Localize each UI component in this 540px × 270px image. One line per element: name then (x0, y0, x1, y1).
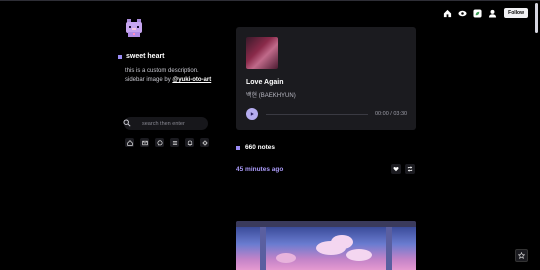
heart-icon (393, 166, 399, 172)
blog-description: this is a custom description. sidebar im… (125, 67, 215, 85)
image-pillar (386, 227, 392, 270)
image-cloud (346, 249, 372, 261)
play-button[interactable] (246, 108, 258, 120)
bell-icon[interactable] (185, 138, 194, 147)
top-nav: Follow (442, 8, 528, 18)
home-icon[interactable] (442, 8, 452, 18)
user-icon[interactable] (487, 8, 497, 18)
notes-marker (236, 145, 240, 150)
blog-title-text: sweet heart (126, 53, 165, 60)
chat-icon[interactable] (155, 138, 164, 147)
search-bar (123, 117, 208, 130)
search-input[interactable] (140, 119, 204, 128)
image-pillar (260, 227, 266, 270)
search-icon (123, 119, 131, 127)
eye-icon[interactable] (457, 8, 467, 18)
notes-count[interactable]: 660 notes (236, 144, 275, 151)
gear-icon[interactable] (200, 138, 209, 147)
album-art (246, 37, 278, 69)
track-time: 00:00 / 03:30 (375, 111, 408, 117)
play-icon (250, 112, 254, 116)
menu-icon[interactable] (170, 138, 179, 147)
scrollbar-thumb[interactable] (535, 3, 538, 33)
leaf-icon[interactable] (472, 8, 482, 18)
notes-label: 660 notes (245, 144, 275, 151)
audio-player: Love Again 백현 (BAEKHYUN) 00:00 / 03:30 (236, 27, 416, 130)
reblog-button[interactable] (405, 164, 415, 174)
avatar (126, 19, 142, 37)
track-title: Love Again (246, 79, 284, 86)
blog-title: sweet heart (118, 53, 165, 60)
star-button[interactable] (515, 249, 528, 262)
description-link[interactable]: @yuki-oto-art (172, 77, 211, 83)
title-dot (118, 54, 122, 59)
follow-button[interactable]: Follow (504, 8, 528, 18)
track-artist: 백현 (BAEKHYUN) (246, 93, 296, 99)
post-timestamp[interactable]: 45 minutes ago (236, 166, 283, 173)
image-cloud (276, 253, 296, 263)
sidebar-icon-row (125, 138, 209, 147)
progress-bar[interactable] (266, 114, 368, 115)
like-button[interactable] (391, 164, 401, 174)
image-cloud (331, 235, 353, 249)
post-image[interactable] (236, 221, 416, 270)
star-icon (518, 252, 525, 259)
reblog-icon (407, 166, 413, 172)
top-border (0, 0, 540, 1)
message-icon[interactable] (140, 138, 149, 147)
home-icon[interactable] (125, 138, 134, 147)
